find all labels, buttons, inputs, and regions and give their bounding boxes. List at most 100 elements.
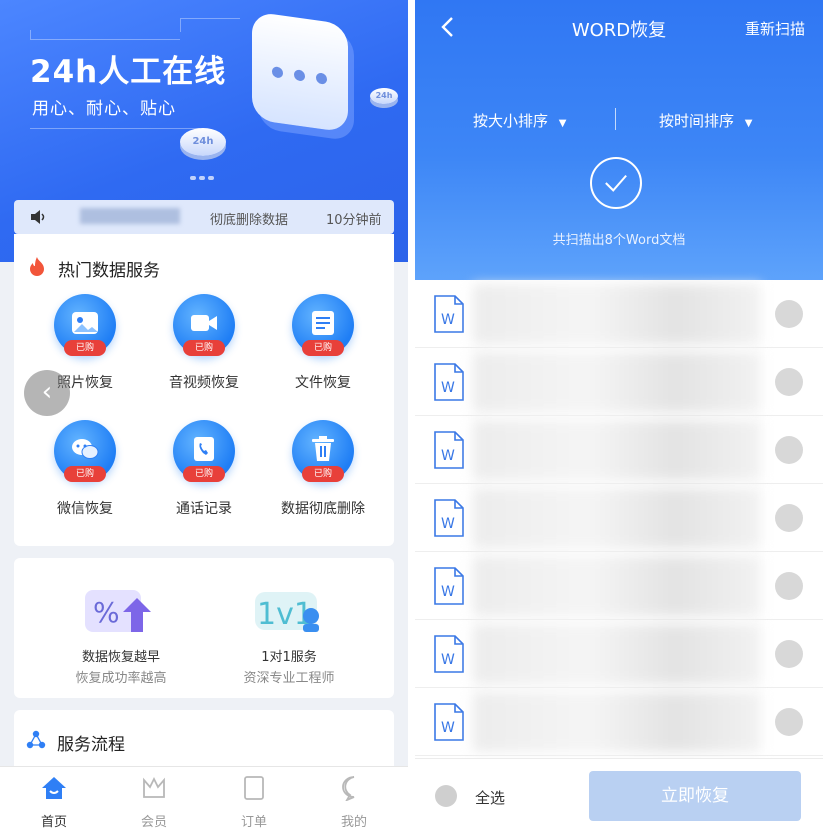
home-screen: 24h人工在线 用心、耐心、贴心 24h 24h 彻底删除数据 10分钟前 热门… (0, 0, 408, 829)
word-file-icon: W (434, 567, 464, 605)
blurred-filename (473, 692, 761, 752)
tab-orders[interactable]: 订单 (224, 775, 284, 829)
action-bar: 全选 立即恢复 (415, 758, 823, 829)
word-file-icon: W (434, 431, 464, 469)
svg-text:W: W (441, 448, 455, 464)
promo-line1: 1对1服务 (261, 650, 317, 665)
section-title: 热门数据服务 (58, 261, 160, 281)
recover-now-button[interactable]: 立即恢复 (589, 771, 801, 821)
sort-by-time-button[interactable]: 按时间排序 ▼ (659, 110, 753, 131)
fire-icon (30, 257, 44, 276)
tab-membership[interactable]: 会员 (124, 775, 184, 829)
decor-line (180, 18, 240, 32)
notice-user-blurred (80, 208, 180, 224)
tab-label: 会员 (140, 815, 167, 829)
tab-label: 订单 (240, 815, 267, 829)
service-label: 通话记录 (176, 501, 232, 517)
promo-one-on-one[interactable]: 1v1 1对1服务 资深专业工程师 (204, 582, 374, 686)
promo-line2: 恢复成功率越高 (75, 671, 167, 686)
svg-text:W: W (441, 312, 455, 328)
tab-home[interactable]: 首页 (24, 775, 84, 829)
header: WORD恢复 重新扫描 按大小排序 ▼ 按时间排序 ▼ 共扫描出8个Word文档 (415, 0, 823, 282)
wechat-icon: 已购 (54, 420, 116, 482)
decor-line (30, 128, 200, 138)
decor-line (30, 30, 180, 40)
hot-services-card: 热门数据服务 已购 照片恢复 已购 音视频恢复 已购 文件恢复 已购 微信恢复 … (14, 234, 394, 546)
tab-profile[interactable]: 我的 (324, 775, 384, 829)
sort-label: 按大小排序 (473, 112, 549, 130)
svg-text:W: W (441, 652, 455, 668)
hero-subtitle: 用心、耐心、贴心 (32, 99, 176, 119)
document-row[interactable]: W (415, 348, 823, 416)
select-radio[interactable] (775, 572, 803, 600)
service-call-log[interactable]: 已购 通话记录 (149, 420, 259, 518)
chat-icon (342, 776, 355, 802)
service-av-recovery[interactable]: 已购 音视频恢复 (149, 294, 259, 392)
svg-text:W: W (441, 584, 455, 600)
word-file-icon: W (434, 363, 464, 401)
chat-bubble-icon (252, 11, 348, 133)
service-label: 文件恢复 (295, 375, 351, 391)
select-radio[interactable] (775, 504, 803, 532)
document-row[interactable]: W (415, 552, 823, 620)
check-circle-icon (590, 157, 642, 209)
blurred-filename (473, 488, 761, 548)
promo-line1: 数据恢复越早 (81, 650, 160, 665)
trash-icon: 已购 (292, 420, 354, 482)
word-recovery-screen: WORD恢复 重新扫描 按大小排序 ▼ 按时间排序 ▼ 共扫描出8个Word文档… (415, 0, 823, 829)
blurred-filename (473, 420, 761, 480)
coin-icon: 24h (180, 128, 226, 156)
prev-page-button[interactable]: ‹ (24, 370, 70, 416)
scan-result-text: 共扫描出8个Word文档 (552, 233, 686, 248)
select-radio[interactable] (775, 708, 803, 736)
service-wechat-recovery[interactable]: 已购 微信恢复 (30, 420, 140, 518)
sort-by-size-button[interactable]: 按大小排序 ▼ (473, 110, 567, 131)
svg-text:W: W (441, 380, 455, 396)
document-row[interactable]: W (415, 280, 823, 348)
blurred-filename (473, 556, 761, 616)
document-row[interactable]: W (415, 416, 823, 484)
tab-label: 我的 (340, 815, 367, 829)
word-file-icon: W (434, 499, 464, 537)
phone-icon: 已购 (173, 420, 235, 482)
document-row[interactable]: W (415, 484, 823, 552)
svg-text:W: W (441, 516, 455, 532)
one-v-one-icon: 1v1 (249, 582, 329, 638)
home-icon (42, 777, 66, 799)
promo-early-recovery[interactable]: % 数据恢复越早 恢复成功率越高 (36, 582, 206, 686)
document-row[interactable]: W (415, 688, 823, 756)
service-label: 数据彻底删除 (281, 501, 365, 517)
service-data-wipe[interactable]: 已购 数据彻底删除 (268, 420, 378, 518)
video-icon: 已购 (173, 294, 235, 356)
crown-icon (143, 776, 165, 798)
tab-label: 首页 (40, 815, 67, 829)
rescan-button[interactable]: 重新扫描 (745, 18, 805, 39)
caret-down-icon: ▼ (558, 118, 567, 129)
select-all-radio[interactable] (435, 785, 457, 807)
select-radio[interactable] (775, 436, 803, 464)
notice-time: 10分钟前 (326, 213, 382, 228)
blurred-filename (473, 352, 761, 412)
document-list: W W W W W W W (415, 280, 823, 758)
coin-icon: 24h (370, 88, 398, 104)
caret-down-icon: ▼ (744, 118, 753, 129)
divider (615, 108, 616, 130)
carousel-indicator (190, 165, 217, 184)
photo-icon: 已购 (54, 294, 116, 356)
select-radio[interactable] (775, 368, 803, 396)
promo-line2: 资深专业工程师 (243, 671, 335, 686)
blurred-filename (473, 284, 761, 344)
service-label: 音视频恢复 (169, 375, 239, 391)
hero-title: 24h人工在线 (30, 54, 227, 90)
word-file-icon: W (434, 295, 464, 333)
select-radio[interactable] (775, 300, 803, 328)
service-file-recovery[interactable]: 已购 文件恢复 (268, 294, 378, 392)
document-row[interactable]: W (415, 620, 823, 688)
select-all-label[interactable]: 全选 (475, 787, 505, 808)
service-label: 微信恢复 (57, 501, 113, 517)
notice-bar[interactable]: 彻底删除数据 10分钟前 (14, 200, 394, 234)
word-file-icon: W (434, 703, 464, 741)
select-radio[interactable] (775, 640, 803, 668)
bottom-tab-bar: 首页 会员 订单 我的 (0, 766, 408, 829)
sort-label: 按时间排序 (659, 112, 735, 130)
